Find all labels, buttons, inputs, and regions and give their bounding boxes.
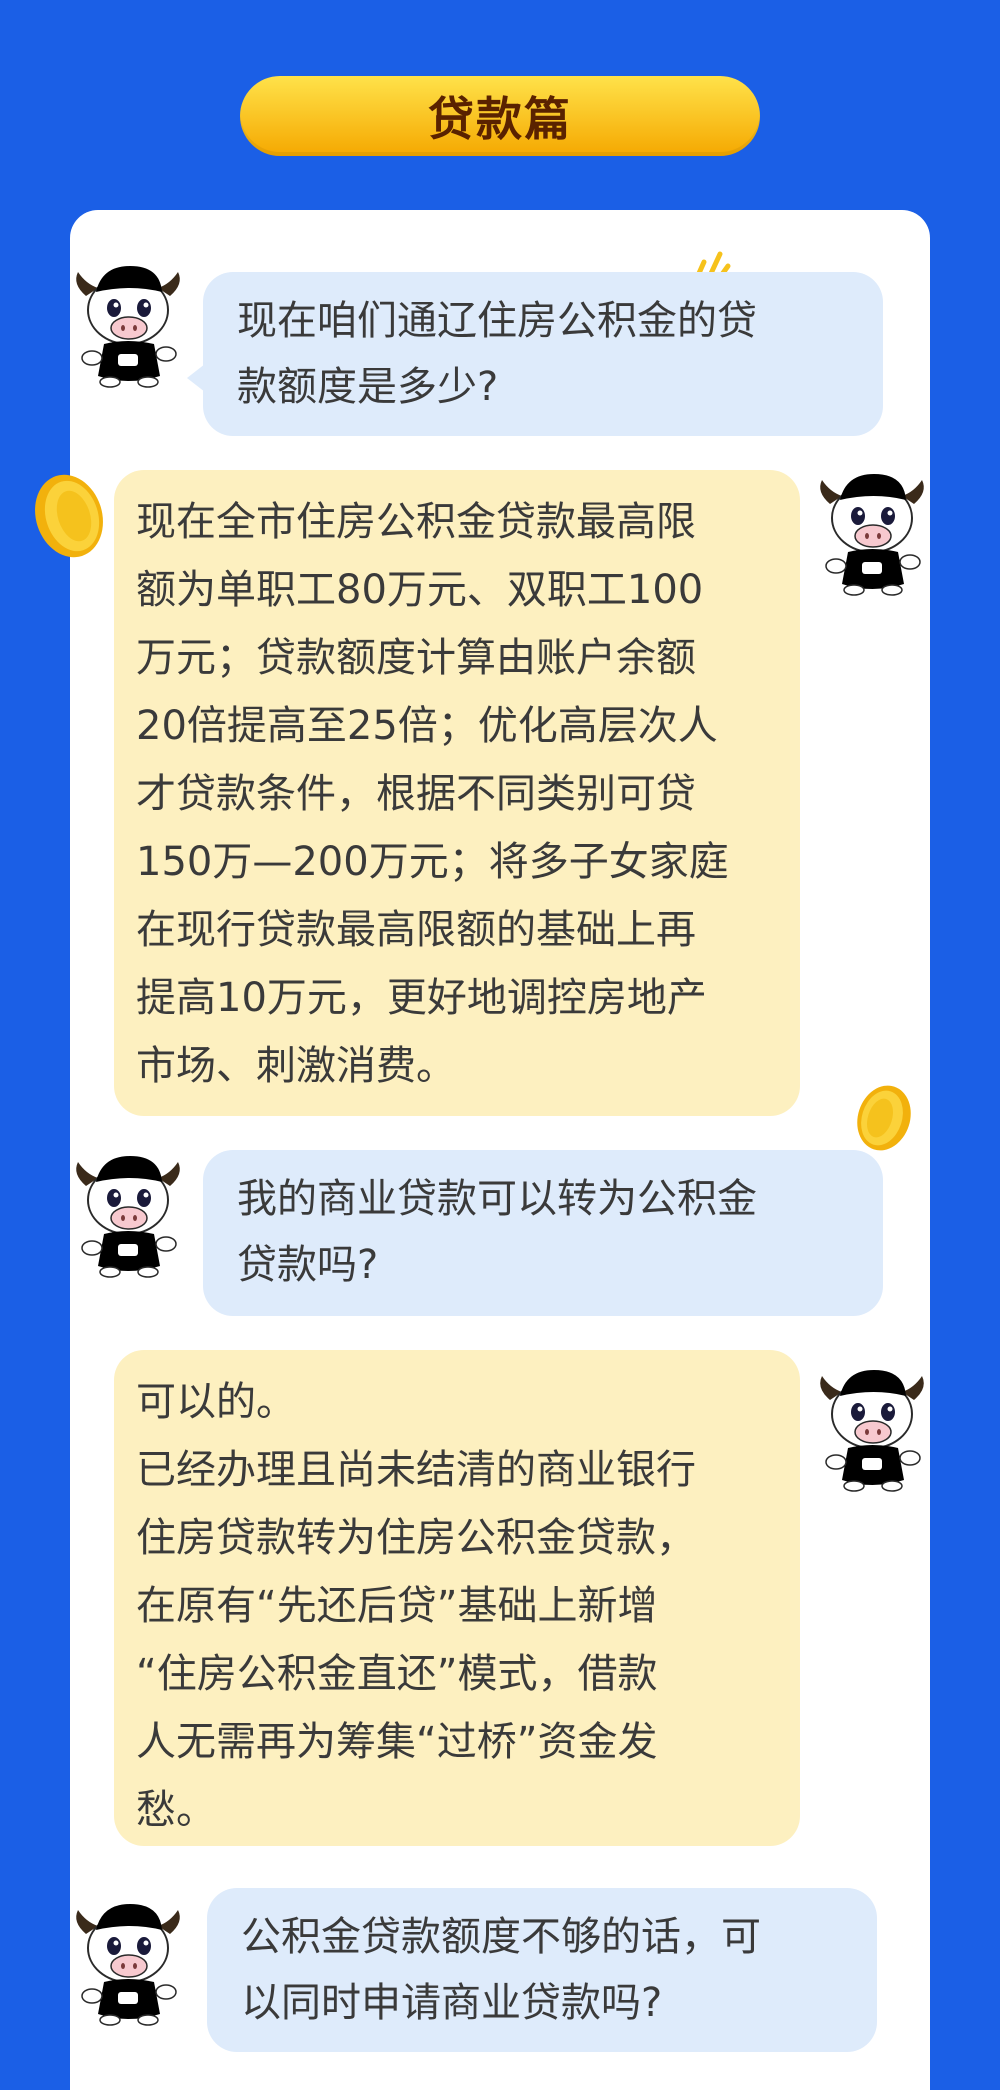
section-title: 贷款篇 bbox=[428, 92, 572, 146]
bubble-text-line: 愁。 bbox=[136, 1787, 216, 1833]
section-title-banner: 贷款篇 bbox=[240, 76, 760, 156]
bubble-text-line: 款额度是多少? bbox=[237, 364, 499, 410]
orange-cow-mascot-icon: .o1 .hat{fill:#f0623a}.o1 .body{fill:#f0… bbox=[819, 473, 925, 596]
blue-cow-mascot-icon: .b3 .hat{fill:#4f9be8}.b3 .body{fill:#2f… bbox=[75, 1903, 181, 2026]
bubble-text-line: 现在全市住房公积金贷款最高限 bbox=[136, 499, 696, 545]
answer-bubble-2: 可以的。 已经办理且尚未结清的商业银行 住房贷款转为住房公积金贷款， 在原有“先… bbox=[114, 1350, 800, 1846]
bubble-text-line: 才贷款条件，根据不同类别可贷 bbox=[136, 771, 696, 817]
bubble-text-line: 150万—200万元；将多子女家庭 bbox=[136, 839, 729, 885]
bubble-text-line: 现在咱们通辽住房公积金的贷 bbox=[237, 298, 757, 344]
bubble-text-line: “住房公积金直还”模式，借款 bbox=[136, 1651, 658, 1697]
gold-coin-icon bbox=[35, 474, 103, 558]
bubble-text-line: 额为单职工80万元、双职工100 bbox=[136, 567, 704, 613]
blue-cow-mascot-icon: .b1 .hat{fill:#4f9be8}.b1 .body{fill:#2f… bbox=[75, 265, 181, 388]
bubble-text-line: 市场、刺激消费。 bbox=[136, 1043, 456, 1089]
bubble-text-line: 在现行贷款最高限额的基础上再 bbox=[136, 907, 696, 953]
bubble-tail bbox=[187, 364, 205, 392]
question-bubble-3: 公积金贷款额度不够的话，可 以同时申请商业贷款吗? bbox=[207, 1888, 877, 2052]
bubble-text-line: 20倍提高至25倍；优化高层次人 bbox=[136, 703, 718, 749]
answer-bubble-1: 现在全市住房公积金贷款最高限 额为单职工80万元、双职工100 万元；贷款额度计… bbox=[114, 470, 800, 1116]
bubble-text-line: 以同时申请商业贷款吗? bbox=[241, 1980, 663, 2026]
bubble-text-line: 万元；贷款额度计算由账户余额 bbox=[136, 635, 696, 681]
orange-cow-mascot-icon: .o2 .hat{fill:#f0623a}.o2 .body{fill:#f0… bbox=[819, 1369, 925, 1492]
bubble-text-line: 住房贷款转为住房公积金贷款， bbox=[136, 1515, 696, 1561]
question-bubble-2: 我的商业贷款可以转为公积金 贷款吗? bbox=[203, 1150, 883, 1316]
bubble-text-line: 可以的。 bbox=[136, 1379, 296, 1425]
blue-cow-mascot-icon: .b2 .hat{fill:#4f9be8}.b2 .body{fill:#2f… bbox=[75, 1155, 181, 1278]
bubble-text-line: 公积金贷款额度不够的话，可 bbox=[241, 1914, 761, 1960]
bubble-text-line: 我的商业贷款可以转为公积金 bbox=[237, 1176, 757, 1222]
question-bubble-1: 现在咱们通辽住房公积金的贷 款额度是多少? bbox=[187, 272, 883, 436]
gold-coin-icon bbox=[857, 1085, 911, 1151]
bubble-text-line: 贷款吗? bbox=[237, 1242, 379, 1288]
bubble-text-line: 人无需再为筹集“过桥”资金发 bbox=[136, 1719, 658, 1765]
bubble-text-line: 提高10万元，更好地调控房地产 bbox=[136, 975, 707, 1021]
bubble-text-line: 已经办理且尚未结清的商业银行 bbox=[136, 1447, 696, 1493]
bubble-text-line: 在原有“先还后贷”基础上新增 bbox=[136, 1583, 658, 1629]
